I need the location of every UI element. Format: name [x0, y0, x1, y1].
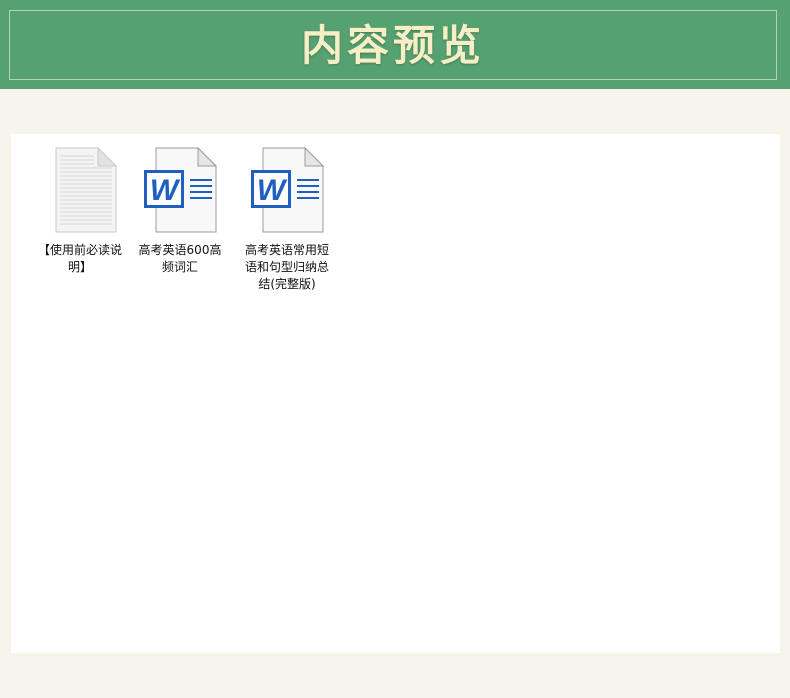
- file-name: 高考英语600高频词汇: [138, 243, 222, 274]
- header-banner: 内容预览: [0, 0, 790, 89]
- page-title: 内容预览: [300, 21, 485, 70]
- file-preview-panel: 【使用前必读说明】 W 高考英语600高频词汇 W 高考英语常用短语和句型归纳总…: [11, 134, 780, 653]
- word-document-icon: W: [144, 146, 218, 233]
- file-item-readme[interactable]: 【使用前必读说明】: [32, 146, 128, 276]
- file-name: 高考英语常用短语和句型归纳总结(完整版): [244, 243, 329, 291]
- text-document-icon: [55, 146, 118, 233]
- file-item-phrases[interactable]: W 高考英语常用短语和句型归纳总结(完整版): [239, 146, 335, 293]
- header-frame: 内容预览: [9, 10, 777, 80]
- svg-text:W: W: [257, 174, 288, 207]
- word-document-icon: W: [251, 146, 325, 233]
- file-name: 【使用前必读说明】: [37, 243, 122, 274]
- svg-text:W: W: [150, 174, 181, 207]
- file-item-vocab[interactable]: W 高考英语600高频词汇: [132, 146, 228, 276]
